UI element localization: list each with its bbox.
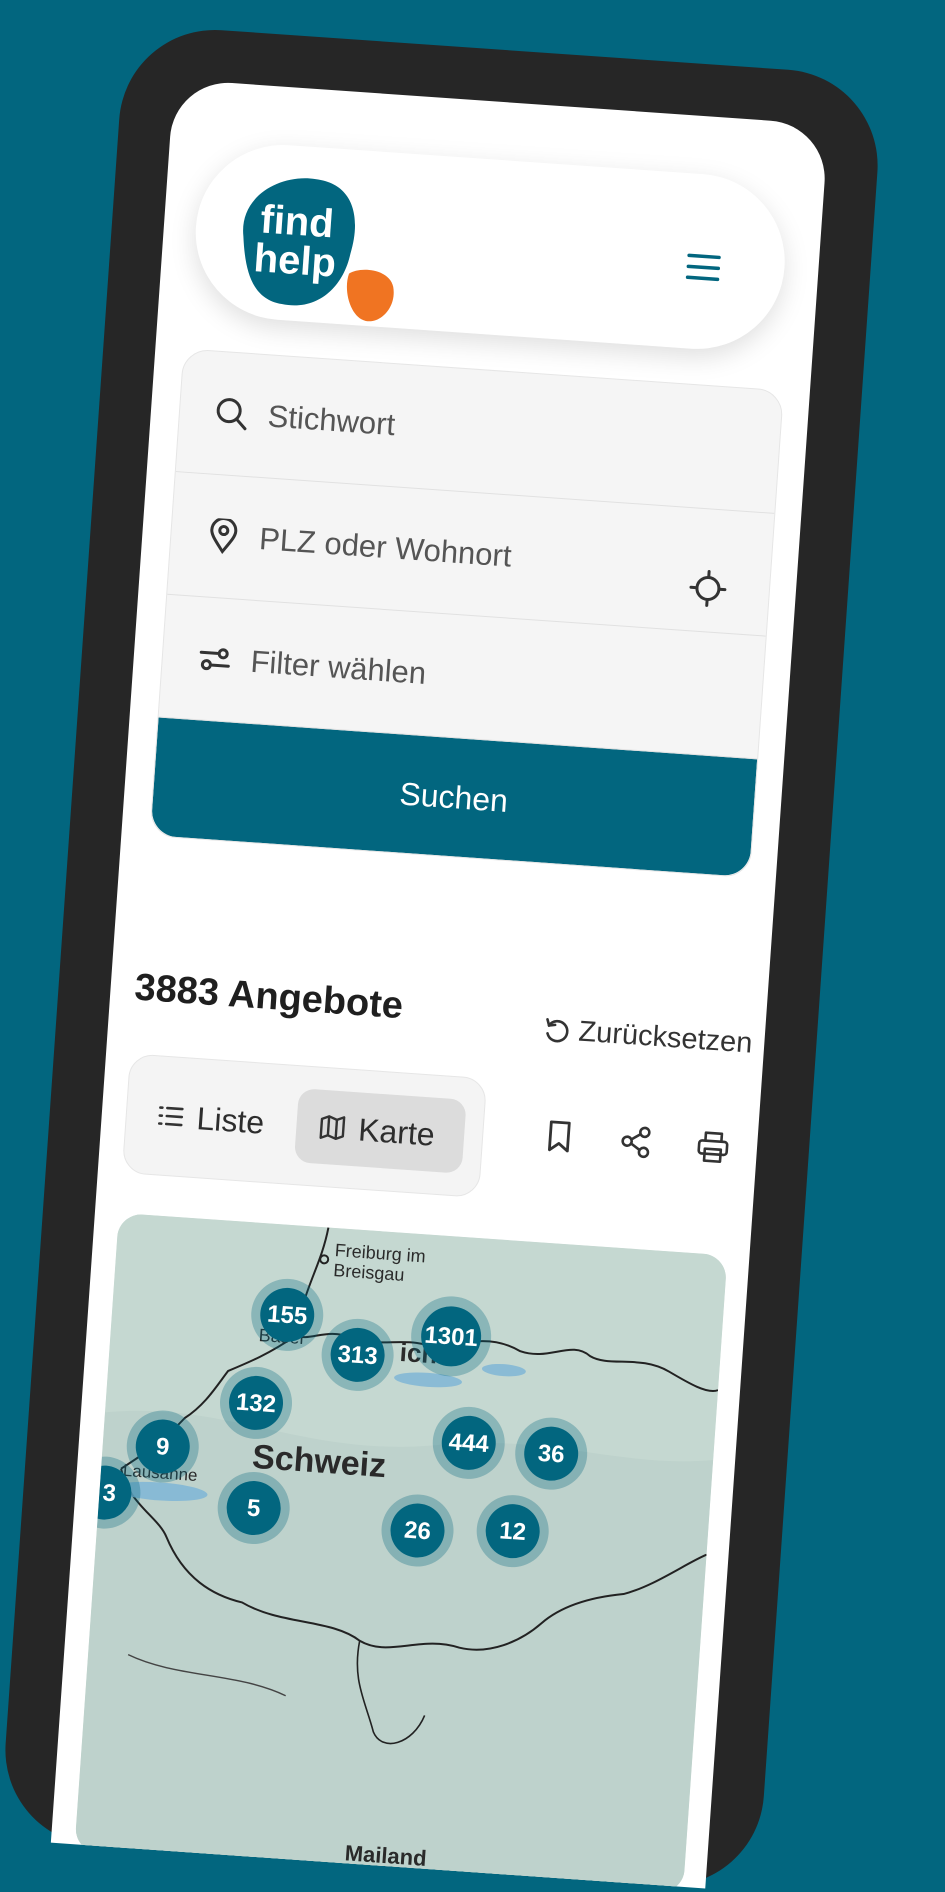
share-icon[interactable]	[617, 1123, 655, 1161]
cluster-36-count: 36	[537, 1440, 566, 1469]
bookmark-icon[interactable]	[540, 1117, 578, 1155]
cluster-5-count: 5	[246, 1495, 261, 1523]
reset-button[interactable]: Zurücksetzen	[542, 1013, 754, 1061]
result-actions	[539, 1117, 732, 1180]
list-view-tab[interactable]: Liste	[144, 1078, 299, 1162]
current-location-icon[interactable]	[688, 568, 729, 609]
findhelp-logo[interactable]: find help	[226, 166, 426, 329]
map-view-label: Karte	[357, 1111, 436, 1153]
label-mailand: Mailand	[344, 1840, 427, 1871]
results-count: 3883 Angebote	[133, 967, 404, 1029]
cluster-9-count: 9	[155, 1433, 170, 1461]
list-icon	[156, 1101, 186, 1131]
cluster-444-count: 444	[448, 1428, 490, 1458]
cluster-1301-count: 1301	[424, 1322, 479, 1353]
cluster-132-count: 132	[235, 1389, 277, 1419]
site-header: find help	[190, 139, 791, 355]
keyword-placeholder: Stichwort	[267, 398, 397, 443]
map-canvas[interactable]: Freiburg im Breisgau Basel ich Schweiz L…	[74, 1213, 727, 1889]
filter-sliders-icon	[196, 640, 234, 678]
search-form: Stichwort PLZ oder Wohnort	[149, 348, 784, 878]
view-toggle: Liste Karte	[122, 1053, 487, 1198]
cluster-26-count: 26	[403, 1517, 432, 1546]
cluster-12-count: 12	[498, 1517, 527, 1546]
logo-word-help: help	[252, 236, 337, 286]
map-view-tab[interactable]: Karte	[294, 1088, 467, 1174]
reset-label: Zurücksetzen	[577, 1016, 753, 1061]
filter-label: Filter wählen	[249, 644, 427, 692]
cluster-3-count: 3	[102, 1479, 117, 1507]
cluster-313-count: 313	[337, 1341, 379, 1371]
print-icon[interactable]	[694, 1128, 732, 1166]
map-pin-icon	[204, 517, 242, 555]
hamburger-icon[interactable]	[681, 245, 726, 290]
phone-frame: find help Stichwort	[0, 23, 884, 1892]
list-view-label: Liste	[195, 1100, 265, 1142]
reset-icon	[542, 1016, 572, 1046]
cluster-155-count: 155	[266, 1301, 308, 1331]
location-placeholder: PLZ oder Wohnort	[258, 521, 513, 575]
search-icon	[213, 395, 251, 433]
phone-screen: find help Stichwort	[51, 79, 829, 1888]
results-map[interactable]: Freiburg im Breisgau Basel ich Schweiz L…	[74, 1213, 727, 1889]
map-icon	[317, 1113, 347, 1143]
results-bar: 3883 Angebote Zurücksetzen	[132, 967, 755, 1070]
